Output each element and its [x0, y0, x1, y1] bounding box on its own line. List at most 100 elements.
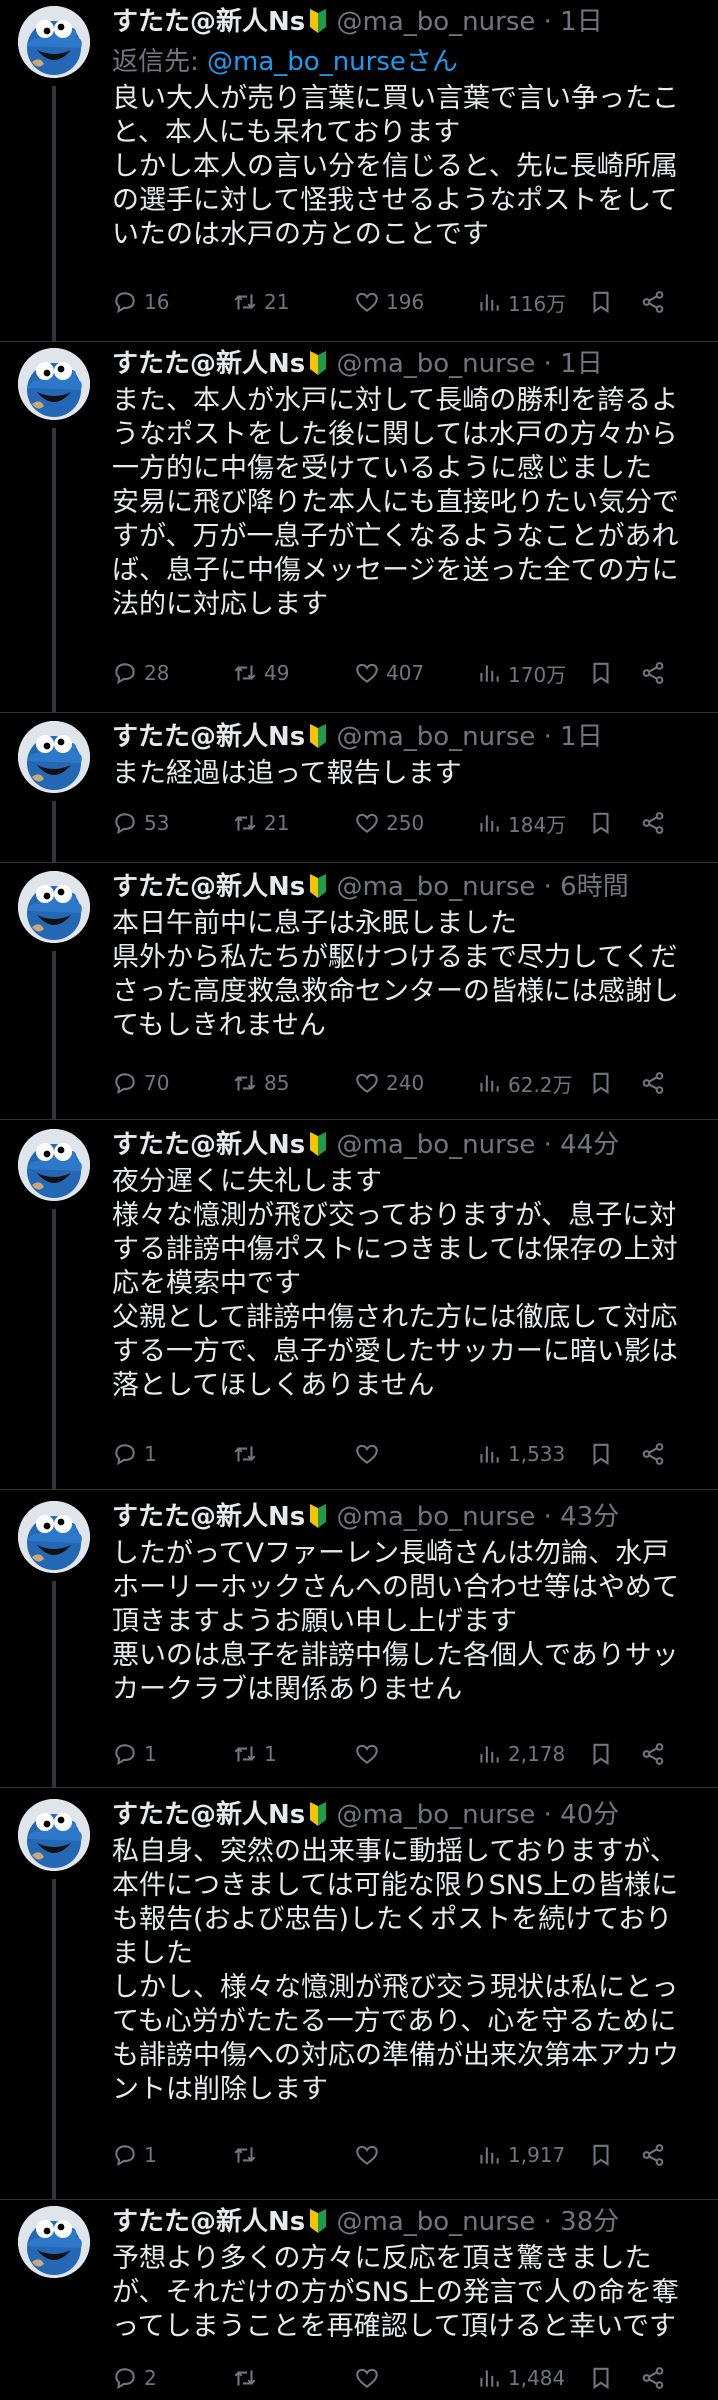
- tweet[interactable]: すたた@新人Ns @ma_bo_nurse · 38分 予想より多くの方々に反応…: [0, 2200, 718, 2400]
- views-button[interactable]: 2,178: [476, 1741, 588, 1767]
- view-count: 170万: [508, 662, 567, 687]
- retweet-button[interactable]: 85: [232, 1070, 354, 1096]
- like-button[interactable]: [354, 2365, 476, 2391]
- author-name[interactable]: すたた@新人Ns: [112, 7, 305, 37]
- share-button[interactable]: [640, 289, 680, 315]
- tweet[interactable]: すたた@新人Ns @ma_bo_nurse · 6時間 本日午前中に息子は永眠し…: [0, 863, 718, 1120]
- like-button[interactable]: [354, 1741, 476, 1767]
- author-handle[interactable]: @ma_bo_nurse: [337, 349, 536, 379]
- tweet[interactable]: すたた@新人Ns @ma_bo_nurse · 40分 私自身、突然の出来事に動…: [0, 1788, 718, 2200]
- retweet-button[interactable]: [232, 2142, 354, 2168]
- author-handle[interactable]: @ma_bo_nurse: [337, 872, 536, 902]
- avatar[interactable]: [18, 1129, 90, 1201]
- bookmark-button[interactable]: [588, 289, 640, 315]
- views-button[interactable]: 170万: [476, 659, 588, 688]
- retweet-button[interactable]: 49: [232, 660, 354, 686]
- tweet-time[interactable]: 44分: [560, 1130, 619, 1160]
- views-button[interactable]: 1,484: [476, 2365, 588, 2391]
- share-button[interactable]: [640, 2142, 680, 2168]
- avatar[interactable]: [18, 1799, 90, 1871]
- tweet-time[interactable]: 6時間: [560, 872, 629, 902]
- retweet-button[interactable]: [232, 1441, 354, 1467]
- like-button[interactable]: [354, 2142, 476, 2168]
- retweet-button[interactable]: 21: [232, 810, 354, 836]
- tweet[interactable]: すたた@新人Ns @ma_bo_nurse · 1日 また経過は追って報告します…: [0, 713, 718, 863]
- author-handle[interactable]: @ma_bo_nurse: [337, 2207, 536, 2237]
- tweet-time[interactable]: 1日: [560, 7, 603, 37]
- reply-button[interactable]: 16: [112, 289, 232, 315]
- retweet-button[interactable]: 1: [232, 1741, 354, 1767]
- tweet[interactable]: すたた@新人Ns @ma_bo_nurse · 43分 したがってVファーレン長…: [0, 1490, 718, 1788]
- bookmark-button[interactable]: [588, 1070, 640, 1096]
- retweet-button[interactable]: 21: [232, 289, 354, 315]
- views-button[interactable]: 116万: [476, 288, 588, 317]
- tweet-time[interactable]: 38分: [560, 2207, 619, 2237]
- share-button[interactable]: [640, 660, 680, 686]
- reply-button[interactable]: 1: [112, 1441, 232, 1467]
- share-button[interactable]: [640, 2365, 680, 2391]
- like-button[interactable]: 407: [354, 660, 476, 686]
- share-button[interactable]: [640, 1441, 680, 1467]
- beginner-mark-icon: [310, 2209, 327, 2233]
- tweet-time[interactable]: 1日: [560, 349, 603, 379]
- reply-button[interactable]: 70: [112, 1070, 232, 1096]
- bookmark-button[interactable]: [588, 1741, 640, 1767]
- author-name[interactable]: すたた@新人Ns: [112, 2207, 305, 2237]
- author-name[interactable]: すたた@新人Ns: [112, 722, 305, 752]
- avatar[interactable]: [18, 721, 90, 793]
- bookmark-button[interactable]: [588, 1441, 640, 1467]
- reply-button[interactable]: 1: [112, 2142, 232, 2168]
- avatar[interactable]: [18, 348, 90, 420]
- tweet-time[interactable]: 43分: [560, 1502, 619, 1532]
- author-name[interactable]: すたた@新人Ns: [112, 872, 305, 902]
- bookmark-button[interactable]: [588, 2365, 640, 2391]
- author-name[interactable]: すたた@新人Ns: [112, 1800, 305, 1830]
- like-button[interactable]: 240: [354, 1070, 476, 1096]
- thread-line: [52, 428, 56, 713]
- author-handle[interactable]: @ma_bo_nurse: [337, 7, 536, 37]
- author-handle[interactable]: @ma_bo_nurse: [337, 722, 536, 752]
- avatar[interactable]: [18, 6, 90, 78]
- views-button[interactable]: 1,533: [476, 1441, 588, 1467]
- tweet-time[interactable]: 40分: [560, 1800, 619, 1830]
- author-handle[interactable]: @ma_bo_nurse: [337, 1502, 536, 1532]
- thread-line: [52, 1209, 56, 1490]
- like-button[interactable]: 196: [354, 289, 476, 315]
- author-name[interactable]: すたた@新人Ns: [112, 1502, 305, 1532]
- bookmark-button[interactable]: [588, 810, 640, 836]
- tweet-content: すたた@新人Ns @ma_bo_nurse · 1日 また、本人が水戸に対して長…: [112, 344, 696, 622]
- share-button[interactable]: [640, 1741, 680, 1767]
- bar-chart-icon: [480, 665, 499, 682]
- reply-button[interactable]: 28: [112, 660, 232, 686]
- views-button[interactable]: 62.2万: [476, 1069, 588, 1098]
- retweet-button[interactable]: [232, 2365, 354, 2391]
- author-handle[interactable]: @ma_bo_nurse: [337, 1130, 536, 1160]
- bookmark-button[interactable]: [588, 660, 640, 686]
- tweet[interactable]: すたた@新人Ns @ma_bo_nurse · 1日 また、本人が水戸に対して長…: [0, 342, 718, 713]
- views-button[interactable]: 1,917: [476, 2142, 588, 2168]
- tweet[interactable]: すたた@新人Ns @ma_bo_nurse · 44分 夜分遅くに失礼します 様…: [0, 1120, 718, 1490]
- reply-to-handle[interactable]: @ma_bo_nurseさん: [207, 47, 458, 77]
- avatar[interactable]: [18, 871, 90, 943]
- share-button[interactable]: [640, 1070, 680, 1096]
- share-button[interactable]: [640, 810, 680, 836]
- reply-button[interactable]: 53: [112, 810, 232, 836]
- bookmark-button[interactable]: [588, 2142, 640, 2168]
- reply-button[interactable]: 2: [112, 2365, 232, 2391]
- author-name[interactable]: すたた@新人Ns: [112, 349, 305, 379]
- tweet[interactable]: すたた@新人Ns @ma_bo_nurse · 1日 返信先: @ma_bo_n…: [0, 0, 718, 342]
- views-button[interactable]: 184万: [476, 809, 588, 838]
- reply-button[interactable]: 1: [112, 1741, 232, 1767]
- bar-chart-icon: [480, 1446, 499, 1463]
- share-icon: [642, 662, 664, 684]
- like-button[interactable]: [354, 1441, 476, 1467]
- like-button[interactable]: 250: [354, 810, 476, 836]
- author-handle[interactable]: @ma_bo_nurse: [337, 1800, 536, 1830]
- avatar[interactable]: [18, 2206, 90, 2278]
- tweet-time[interactable]: 1日: [560, 722, 603, 752]
- view-count: 1,917: [508, 2143, 566, 2167]
- reply-count: 70: [144, 1071, 170, 1095]
- author-name[interactable]: すたた@新人Ns: [112, 1130, 305, 1160]
- avatar[interactable]: [18, 1501, 90, 1573]
- speech-bubble-icon: [115, 1073, 135, 1095]
